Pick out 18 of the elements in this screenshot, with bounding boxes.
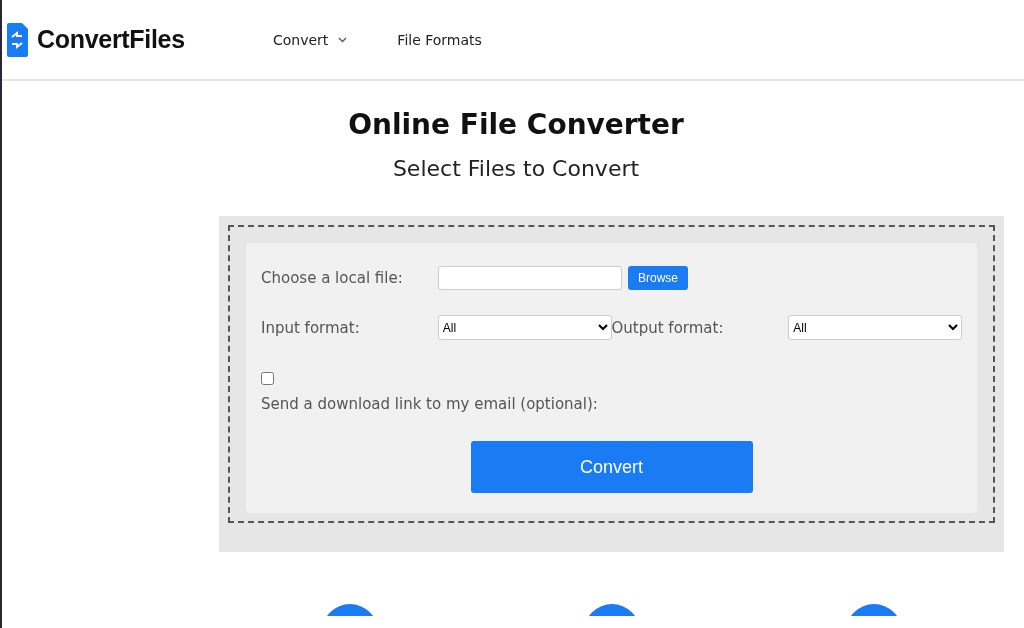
page-subtitle: Select Files to Convert	[391, 156, 641, 181]
logo-text[interactable]: ConvertFiles	[37, 25, 185, 54]
email-checkbox[interactable]	[261, 372, 274, 385]
output-format-select[interactable]: All	[788, 315, 962, 340]
logo-icon	[6, 22, 28, 57]
file-field[interactable]	[438, 266, 622, 290]
field-label: Input format:	[261, 318, 361, 337]
browse-button[interactable]: Browse	[628, 266, 688, 290]
caret-icon[interactable]	[338, 36, 348, 43]
email-label: Send a download link to my email (optional):	[261, 395, 599, 413]
page-title: Online File Converter	[347, 108, 685, 141]
nav-link[interactable]: Convert	[273, 31, 329, 48]
field-label: Choose a local file:	[261, 269, 404, 287]
field-label: Output format:	[611, 318, 725, 337]
nav-link[interactable]: File Formats	[397, 31, 482, 48]
drop-zone[interactable]: Choose a local file: Browse Input format: All Output format: All Send a download link to my email (optional): Convert	[219, 216, 1004, 552]
convert-button[interactable]: Convert	[470, 441, 753, 493]
input-format-select[interactable]: All	[437, 315, 612, 340]
